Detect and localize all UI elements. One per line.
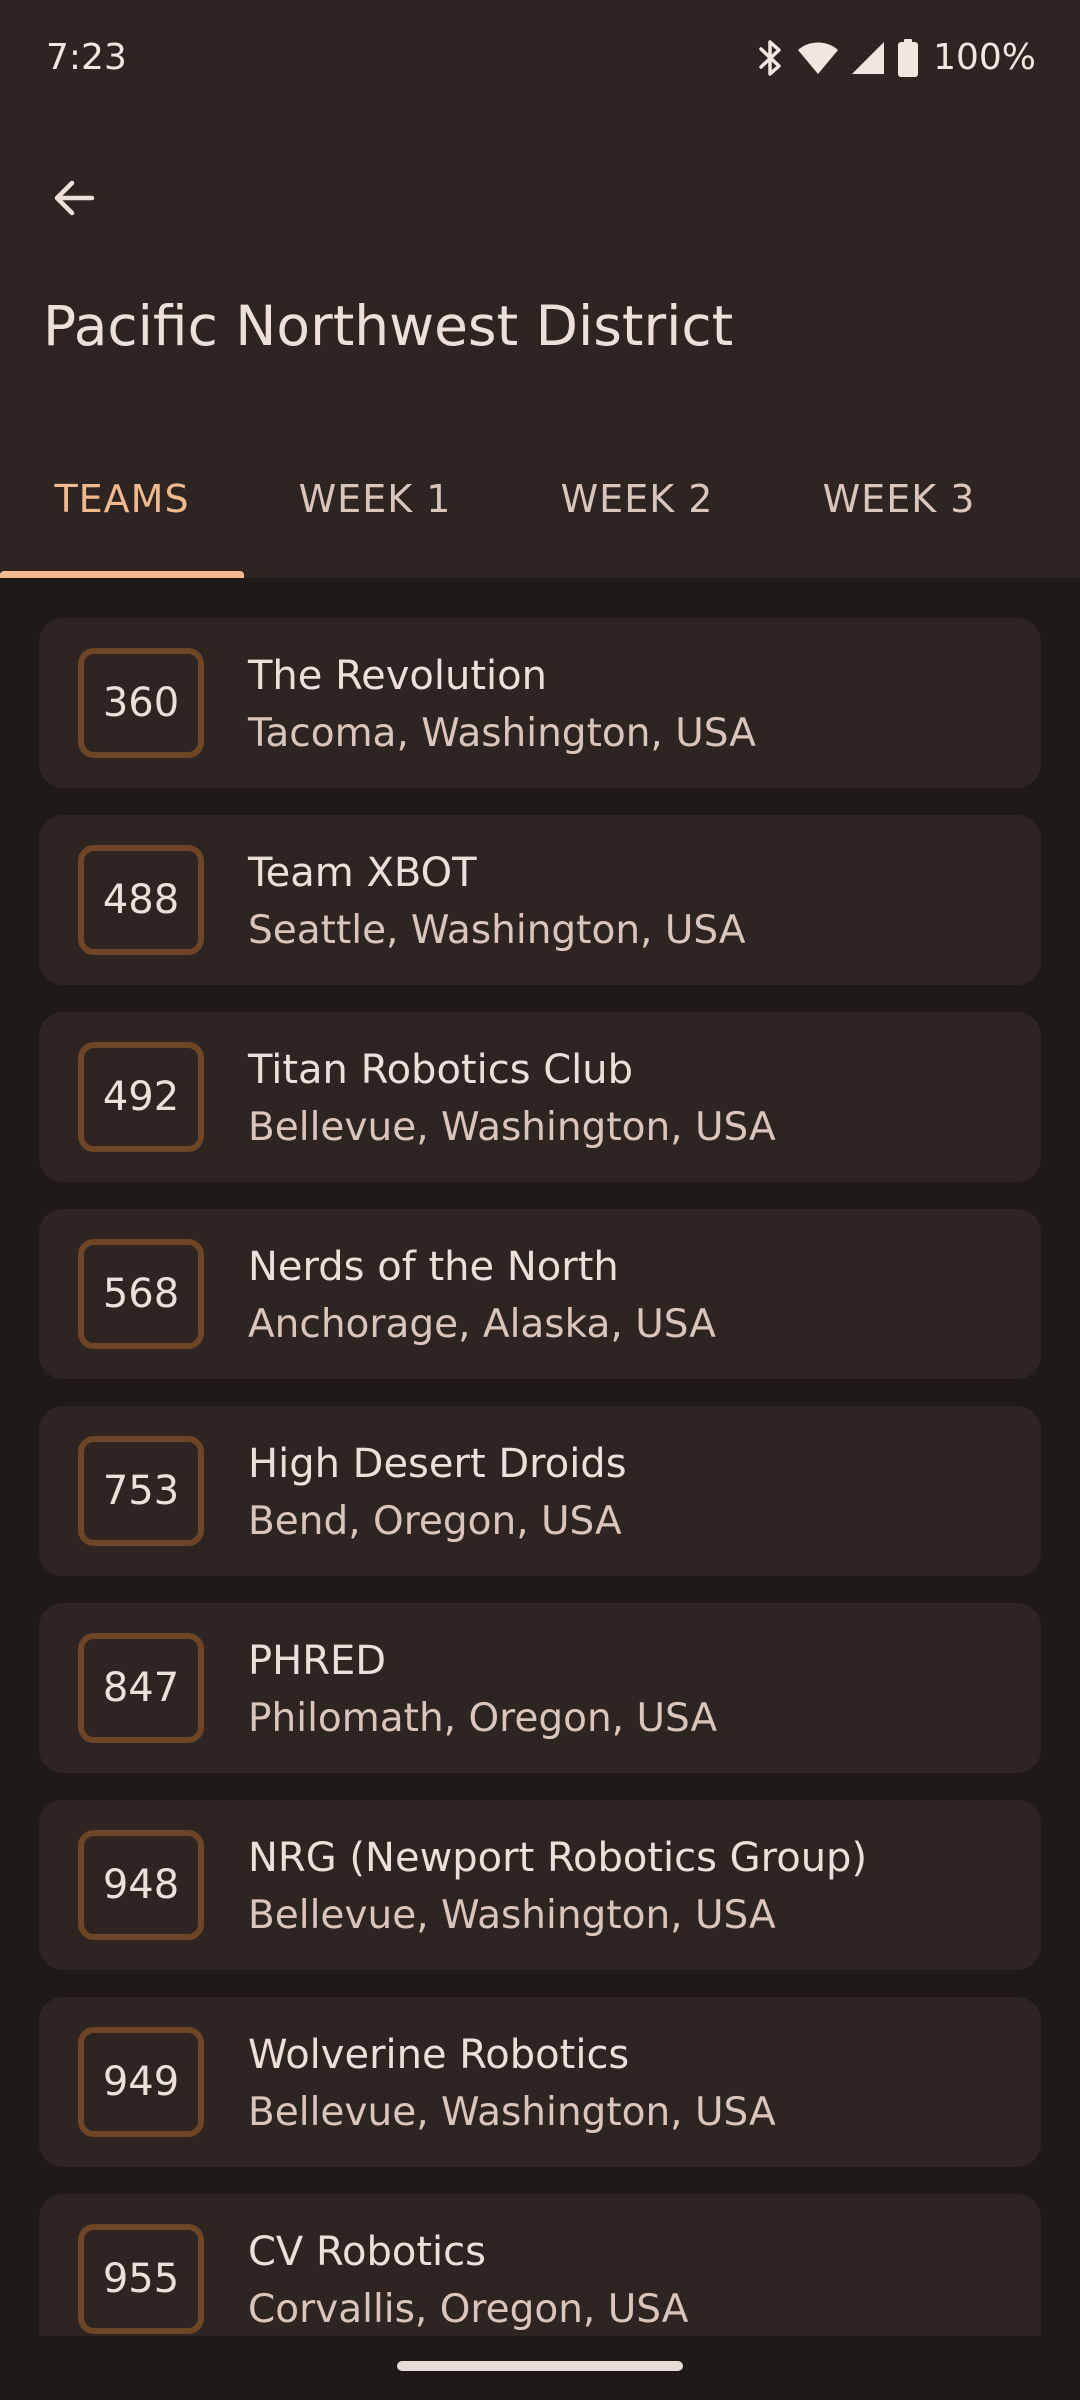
team-location: Bellevue, Washington, USA bbox=[248, 1105, 776, 1150]
team-location: Bellevue, Washington, USA bbox=[248, 1893, 776, 1938]
team-card[interactable]: 492 Titan Robotics Club Bellevue, Washin… bbox=[39, 1012, 1041, 1182]
team-location: Anchorage, Alaska, USA bbox=[248, 1302, 716, 1347]
top-app-bar: 7:23 100% Pacific Northwest District TEA… bbox=[0, 0, 1080, 578]
team-card[interactable]: 949 Wolverine Robotics Bellevue, Washing… bbox=[39, 1997, 1041, 2167]
tab-teams[interactable]: TEAMS bbox=[0, 440, 244, 578]
team-location: Philomath, Oregon, USA bbox=[248, 1696, 718, 1741]
team-name: High Desert Droids bbox=[248, 1441, 627, 1487]
wifi-icon bbox=[797, 40, 839, 76]
team-card[interactable]: 360 The Revolution Tacoma, Washington, U… bbox=[39, 618, 1041, 788]
team-number: 753 bbox=[78, 1436, 204, 1546]
team-location: Seattle, Washington, USA bbox=[248, 908, 746, 953]
team-name: Wolverine Robotics bbox=[248, 2032, 630, 2078]
arrow-back-icon bbox=[50, 174, 98, 226]
tab-week-1[interactable]: WEEK 1 bbox=[244, 440, 506, 578]
team-location: Tacoma, Washington, USA bbox=[248, 711, 756, 756]
team-number: 492 bbox=[78, 1042, 204, 1152]
team-number: 360 bbox=[78, 648, 204, 758]
team-name: The Revolution bbox=[248, 653, 547, 699]
team-card[interactable]: 847 PHRED Philomath, Oregon, USA bbox=[39, 1603, 1041, 1773]
tab-label: TEAMS bbox=[54, 477, 190, 521]
team-number: 847 bbox=[78, 1633, 204, 1743]
team-number: 949 bbox=[78, 2027, 204, 2137]
page-title: Pacific Northwest District bbox=[43, 294, 734, 358]
battery-icon bbox=[897, 39, 919, 77]
team-location: Corvallis, Oregon, USA bbox=[248, 2287, 689, 2332]
cellular-signal-icon bbox=[851, 41, 885, 75]
status-time: 7:23 bbox=[46, 37, 127, 78]
team-number: 568 bbox=[78, 1239, 204, 1349]
tab-indicator bbox=[0, 571, 244, 578]
team-card[interactable]: 568 Nerds of the North Anchorage, Alaska… bbox=[39, 1209, 1041, 1379]
team-name: CV Robotics bbox=[248, 2229, 486, 2275]
team-location: Bellevue, Washington, USA bbox=[248, 2090, 776, 2135]
status-icons: 100% bbox=[755, 34, 1036, 82]
team-list[interactable]: 360 The Revolution Tacoma, Washington, U… bbox=[0, 578, 1080, 2336]
tab-bar: TEAMS WEEK 1 WEEK 2 WEEK 3 bbox=[0, 440, 1080, 578]
team-number: 955 bbox=[78, 2224, 204, 2334]
team-name: NRG (Newport Robotics Group) bbox=[248, 1835, 868, 1881]
team-number: 488 bbox=[78, 845, 204, 955]
battery-percentage: 100% bbox=[933, 37, 1036, 78]
tab-label: WEEK 3 bbox=[822, 477, 976, 521]
team-location: Bend, Oregon, USA bbox=[248, 1499, 622, 1544]
back-button[interactable] bbox=[34, 160, 114, 240]
team-name: Titan Robotics Club bbox=[248, 1047, 634, 1093]
team-name: PHRED bbox=[248, 1638, 387, 1684]
team-name: Team XBOT bbox=[248, 850, 477, 896]
team-name: Nerds of the North bbox=[248, 1244, 619, 1290]
tab-week-3[interactable]: WEEK 3 bbox=[768, 440, 1030, 578]
bluetooth-icon bbox=[755, 38, 785, 78]
tab-label: WEEK 1 bbox=[298, 477, 452, 521]
status-bar: 7:23 100% bbox=[0, 0, 1080, 118]
screen: 7:23 100% Pacific Northwest District TEA… bbox=[0, 0, 1080, 2400]
tab-week-2[interactable]: WEEK 2 bbox=[506, 440, 768, 578]
tab-label: WEEK 2 bbox=[560, 477, 714, 521]
home-indicator[interactable] bbox=[397, 2361, 683, 2371]
team-card[interactable]: 955 CV Robotics Corvallis, Oregon, USA bbox=[39, 2194, 1041, 2336]
team-number: 948 bbox=[78, 1830, 204, 1940]
team-card[interactable]: 753 High Desert Droids Bend, Oregon, USA bbox=[39, 1406, 1041, 1576]
team-card[interactable]: 948 NRG (Newport Robotics Group) Bellevu… bbox=[39, 1800, 1041, 1970]
team-card[interactable]: 488 Team XBOT Seattle, Washington, USA bbox=[39, 815, 1041, 985]
